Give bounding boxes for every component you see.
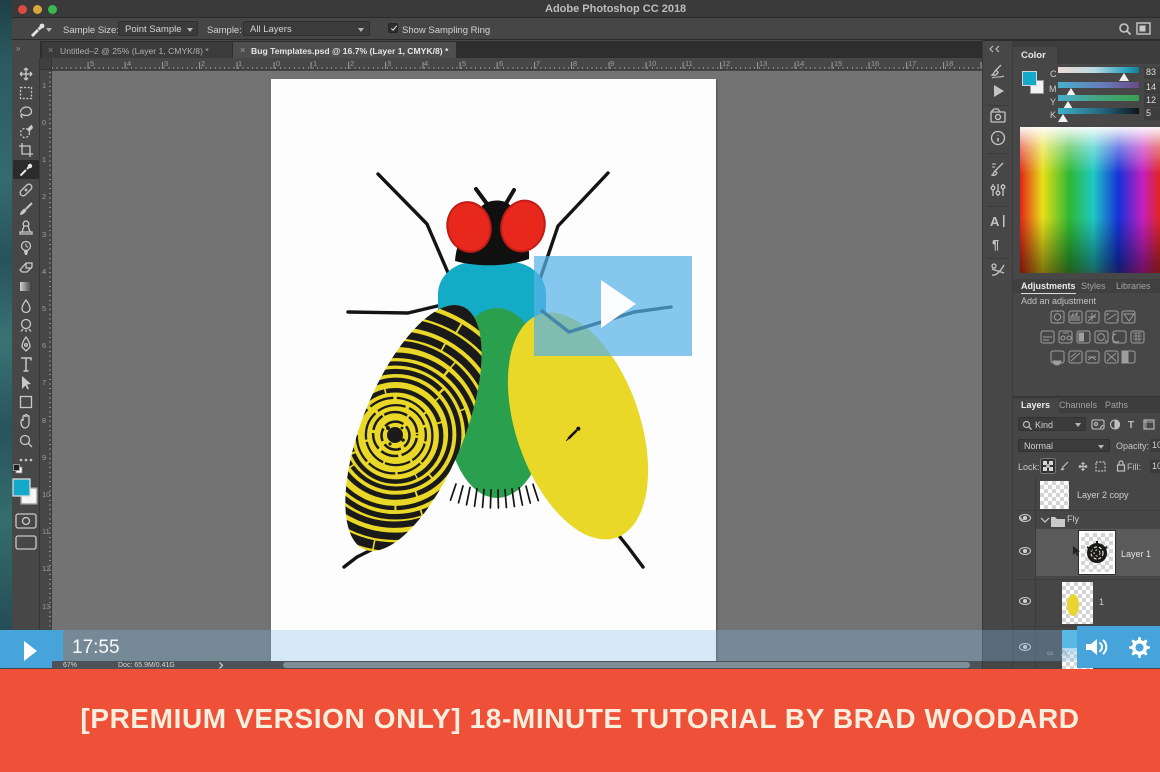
svg-text:A: A bbox=[990, 214, 1000, 229]
svg-text:T: T bbox=[1128, 420, 1134, 431]
svg-text:¶: ¶ bbox=[992, 237, 999, 252]
